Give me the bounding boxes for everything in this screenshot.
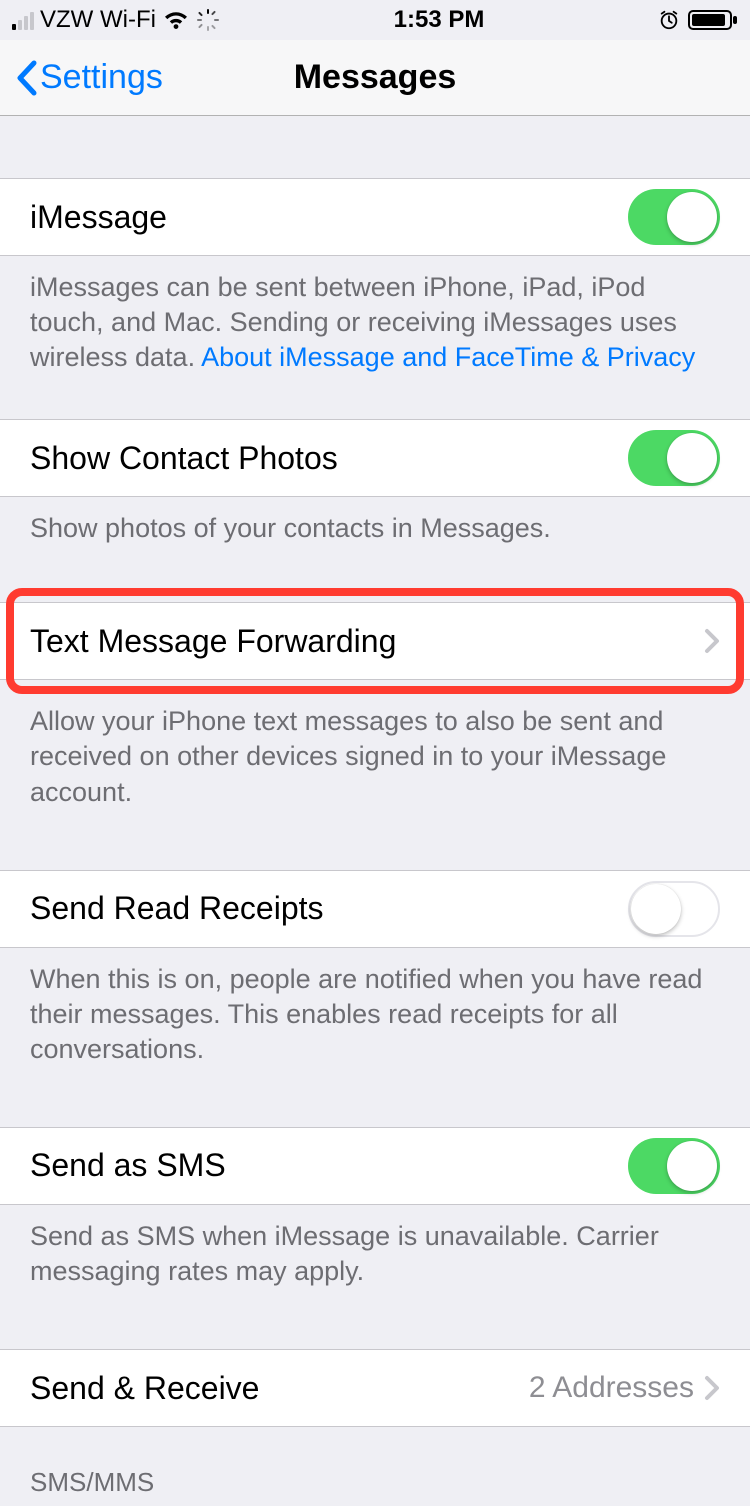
chevron-right-icon [704, 1375, 720, 1401]
row-imessage[interactable]: iMessage [0, 178, 750, 256]
row-label: Show Contact Photos [30, 440, 338, 477]
link-imessage-privacy[interactable]: About iMessage and FaceTime & Privacy [201, 342, 695, 372]
status-left: VZW Wi-Fi [12, 6, 220, 34]
row-label: Text Message Forwarding [30, 623, 396, 660]
footer-send-sms: Send as SMS when iMessage is unavailable… [0, 1205, 750, 1289]
footer-imessage: iMessages can be sent between iPhone, iP… [0, 256, 750, 375]
toggle-imessage[interactable] [628, 189, 720, 245]
battery-icon [688, 8, 738, 32]
toggle-contact-photos[interactable] [628, 430, 720, 486]
toggle-read-receipts[interactable] [628, 881, 720, 937]
alarm-icon [658, 9, 680, 31]
toggle-send-sms[interactable] [628, 1138, 720, 1194]
row-label: Send Read Receipts [30, 890, 324, 927]
back-label: Settings [40, 58, 163, 97]
row-label: iMessage [30, 199, 167, 236]
signal-icon [12, 10, 34, 30]
carrier-label: VZW Wi-Fi [40, 6, 156, 34]
row-send-receive[interactable]: Send & Receive 2 Addresses [0, 1349, 750, 1427]
clock-label: 1:53 PM [394, 6, 485, 34]
status-bar: VZW Wi-Fi 1:53 PM [0, 0, 750, 40]
footer-read-receipts: When this is on, people are notified whe… [0, 948, 750, 1067]
back-button[interactable]: Settings [0, 58, 163, 97]
footer-contact-photos: Show photos of your contacts in Messages… [0, 497, 750, 546]
content: iMessage iMessages can be sent between i… [0, 116, 750, 1506]
row-send-sms[interactable]: Send as SMS [0, 1127, 750, 1205]
status-right [658, 8, 738, 32]
wifi-icon [162, 9, 190, 31]
chevron-right-icon [704, 628, 720, 654]
row-label: Send & Receive [30, 1370, 259, 1407]
row-label: Send as SMS [30, 1147, 226, 1184]
section-header-smsmms: SMS/MMS [0, 1427, 750, 1506]
row-read-receipts[interactable]: Send Read Receipts [0, 870, 750, 948]
row-text-forwarding[interactable]: Text Message Forwarding [0, 602, 750, 680]
nav-bar: Settings Messages [0, 40, 750, 116]
chevron-left-icon [14, 59, 38, 97]
loading-spinner-icon [196, 8, 220, 32]
row-detail: 2 Addresses [529, 1371, 720, 1405]
footer-forwarding: Allow your iPhone text messages to also … [0, 680, 750, 809]
row-contact-photos[interactable]: Show Contact Photos [0, 419, 750, 497]
